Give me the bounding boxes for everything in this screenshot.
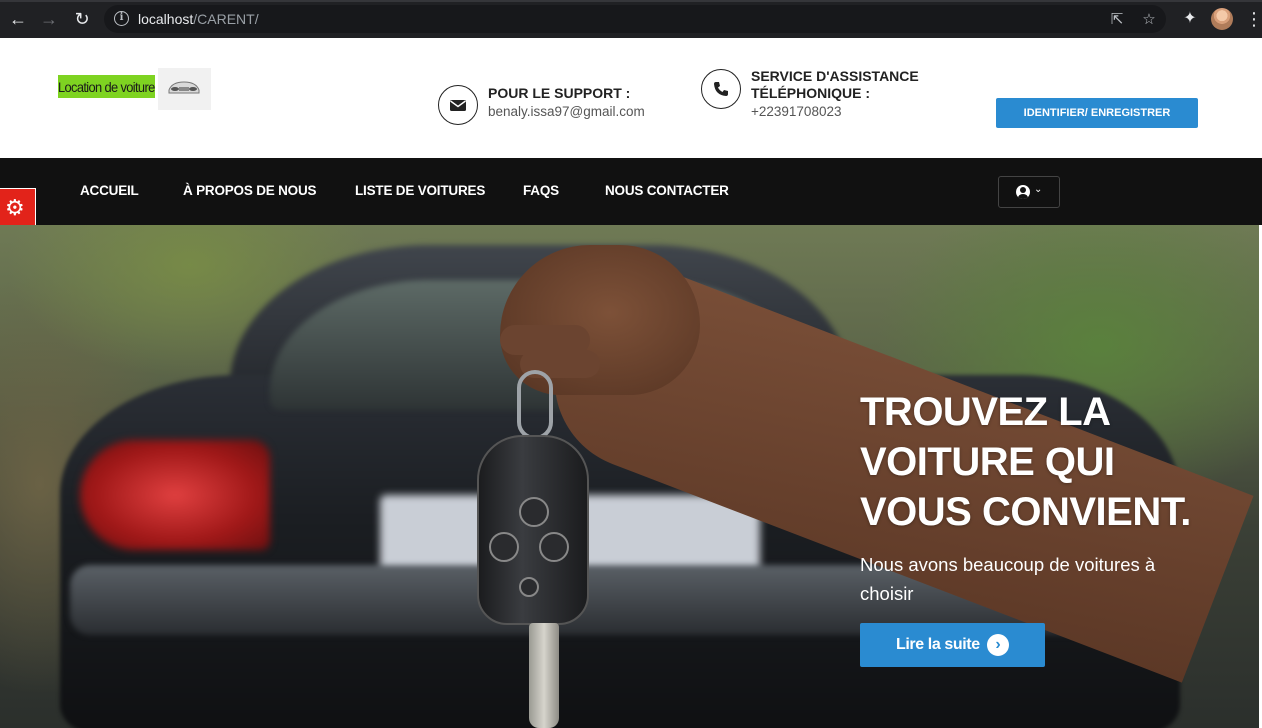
read-more-label: Lire la suite [896,636,980,653]
support-title: POUR LE SUPPORT : [488,85,631,101]
hero-key-fob [477,435,589,625]
url-text[interactable]: localhost/CARENT/ [138,11,259,27]
nav-item-car-list[interactable]: LISTE DE VOITURES [355,183,485,198]
gear-icon: ⚙ [5,195,25,220]
nav-item-accueil[interactable]: ACCUEIL [80,183,139,198]
reload-icon[interactable]: ↻ [71,8,93,30]
envelope-icon-circle [438,85,478,125]
user-menu-dropdown[interactable]: ⌄ [998,176,1060,208]
url-path: /CARENT/ [193,11,259,27]
phone-icon-circle [701,69,741,109]
arrow-right-icon: › [987,634,1009,656]
logo-text[interactable]: Location de voiture [58,75,155,101]
user-circle-icon [1016,185,1030,199]
chevron-down-icon: ⌄ [1034,184,1043,195]
logo-car-image[interactable] [158,68,211,110]
site-header: Location de voiture POUR LE SUPPORT : be… [0,38,1262,158]
support-email[interactable]: benaly.issa97@gmail.com [488,104,645,119]
nav-item-about[interactable]: À PROPOS DE NOUS [183,183,317,198]
url-host: localhost [138,11,194,27]
settings-tab[interactable]: ⚙ [0,188,36,228]
browser-chrome: ← → ↻ i localhost/CARENT/ ⇱ ☆ ✦ ⋮ [0,0,1262,38]
chrome-top-line [0,0,1262,2]
hero-subtitle: Nous avons beaucoup de voitures à choisi… [860,554,1156,604]
hero-car-taillight-left [80,440,270,550]
phone-icon [714,82,728,96]
main-navbar: ACCUEIL À PROPOS DE NOUS LISTE DE VOITUR… [0,158,1262,225]
more-icon[interactable]: ⋮ [1245,8,1262,30]
hero-title: TROUVEZ LA VOITURE QUI VOUS CONVIENT. [860,387,1220,537]
login-register-button[interactable]: IDENTIFIER/ ENREGISTRER [996,98,1198,128]
hero-title-line: VOITURE QUI [860,440,1115,484]
read-more-button[interactable]: Lire la suite › [860,623,1045,667]
info-icon[interactable]: i [114,11,129,26]
star-icon[interactable]: ☆ [1140,11,1158,29]
hero-title-line: TROUVEZ LA [860,390,1111,434]
phone-title-line2: TÉLÉPHONIQUE : [751,85,871,101]
phone-number[interactable]: +22391708023 [751,104,841,119]
address-bar[interactable]: i localhost/CARENT/ ⇱ ☆ [104,5,1166,33]
phone-title-line1: SERVICE D'ASSISTANCE [751,68,919,84]
envelope-icon [450,100,466,111]
logo-label: Location de voiture [58,79,155,95]
back-icon[interactable]: ← [7,8,29,30]
hero-banner: TROUVEZ LA VOITURE QUI VOUS CONVIENT. No… [0,225,1259,728]
extensions-icon[interactable]: ✦ [1180,9,1200,29]
car-logo-icon [168,81,200,94]
nav-item-contact[interactable]: NOUS CONTACTER [605,183,729,198]
key-fob-button [489,532,519,562]
key-fob-button [539,532,569,562]
nav-item-faqs[interactable]: FAQS [523,183,559,198]
key-fob-button [519,577,539,597]
hero-keyring [517,370,553,440]
forward-icon[interactable]: → [38,8,60,30]
key-fob-button [519,497,549,527]
profile-avatar[interactable] [1211,8,1233,30]
share-icon[interactable]: ⇱ [1108,11,1126,29]
hero-title-line: VOUS CONVIENT. [860,490,1191,534]
hero-key-blade [529,623,559,728]
